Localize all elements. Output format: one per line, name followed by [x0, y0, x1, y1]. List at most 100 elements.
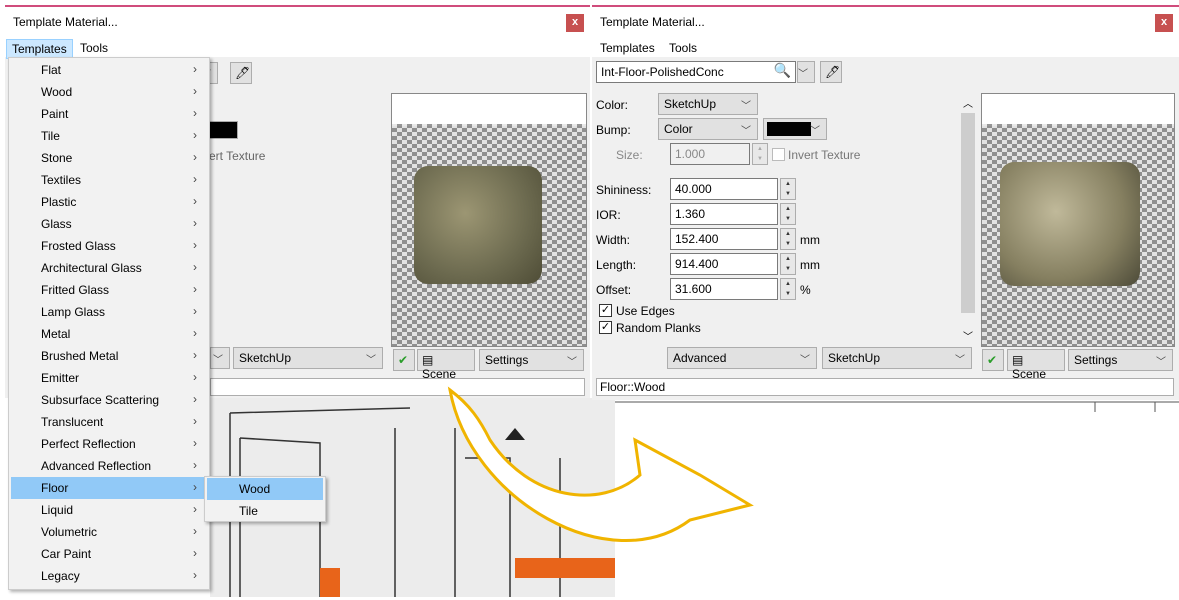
invert-texture-checkbox[interactable] — [772, 148, 785, 161]
curved-arrow-graphic — [447, 386, 754, 542]
menu-item-wood[interactable]: Wood › — [11, 81, 207, 103]
field-input[interactable]: 914.400 — [670, 253, 778, 275]
material-preview — [981, 93, 1175, 347]
use-edges-checkbox[interactable]: ✓ — [599, 304, 612, 317]
menu-item-frosted-glass[interactable]: Frosted Glass › — [11, 235, 207, 257]
size-spinner[interactable]: ▲ ▼ — [752, 143, 768, 165]
chevron-right-icon: › — [193, 414, 197, 428]
menu-item-paint[interactable]: Paint › — [11, 103, 207, 125]
chevron-right-icon: › — [193, 304, 197, 318]
chevron-right-icon: › — [193, 480, 197, 494]
menu-item-emitter[interactable]: Emitter › — [11, 367, 207, 389]
menu-item-perfect-reflection[interactable]: Perfect Reflection › — [11, 433, 207, 455]
invert-texture-label: vert Texture — [203, 149, 266, 163]
material-preview — [391, 93, 587, 347]
field-input[interactable]: 40.000 — [670, 178, 778, 200]
chevron-right-icon: › — [193, 348, 197, 362]
bump-dropdown[interactable]: Color ﹀ — [658, 118, 758, 140]
scene-button[interactable]: ▤ Scene — [1007, 349, 1065, 381]
field-label: Length: — [596, 258, 637, 272]
close-button[interactable]: x — [566, 14, 584, 32]
menu-item-subsurface-scattering[interactable]: Subsurface Scattering › — [11, 389, 207, 411]
submenu-item-wood[interactable]: Wood — [207, 478, 323, 500]
field-input[interactable]: 152.400 — [670, 228, 778, 250]
menu-item-architectural-glass[interactable]: Architectural Glass › — [11, 257, 207, 279]
chevron-right-icon: › — [193, 194, 197, 208]
renderer-dropdown[interactable]: SketchUp ﹀ — [822, 347, 972, 369]
chevron-right-icon: › — [193, 282, 197, 296]
bump-label: Bump: — [596, 123, 631, 137]
chevron-right-icon: › — [193, 150, 197, 164]
eyedropper-button[interactable]: 🖊 — [820, 61, 842, 83]
chevron-right-icon: › — [193, 106, 197, 120]
menu-templates[interactable]: Templates — [6, 39, 73, 59]
menu-item-textiles[interactable]: Textiles › — [11, 169, 207, 191]
menu-item-tile[interactable]: Tile › — [11, 125, 207, 147]
scrollbar[interactable]: ︿ ﹀ — [960, 95, 976, 343]
field-input[interactable]: 1.360 — [670, 203, 778, 225]
field-label: IOR: — [596, 208, 621, 222]
menu-item-liquid[interactable]: Liquid › — [11, 499, 207, 521]
menu-item-volumetric[interactable]: Volumetric › — [11, 521, 207, 543]
apply-check-button[interactable]: ✔ — [393, 349, 415, 371]
size-input[interactable]: 1.000 — [670, 143, 750, 165]
material-dropdown[interactable]: ﹀ — [797, 61, 815, 83]
bump-color-dropdown[interactable]: ﹀ — [763, 118, 827, 140]
settings-dropdown[interactable]: Settings ﹀ — [1068, 349, 1173, 371]
field-label: Shininess: — [596, 183, 652, 197]
menu-item-legacy[interactable]: Legacy › — [11, 565, 207, 587]
chevron-right-icon: › — [193, 128, 197, 142]
menu-item-advanced-reflection[interactable]: Advanced Reflection › — [11, 455, 207, 477]
settings-dropdown[interactable]: Settings ﹀ — [479, 349, 584, 371]
size-label: Size: — [616, 148, 643, 162]
scrollbar-thumb[interactable] — [961, 113, 975, 313]
menu-item-glass[interactable]: Glass › — [11, 213, 207, 235]
chevron-right-icon: › — [193, 392, 197, 406]
field-spinner[interactable]: ▲ ▼ — [780, 203, 796, 225]
arrow-shape — [447, 386, 754, 542]
menu-item-brushed-metal[interactable]: Brushed Metal › — [11, 345, 207, 367]
menu-item-fritted-glass[interactable]: Fritted Glass › — [11, 279, 207, 301]
field-input[interactable]: 31.600 — [670, 278, 778, 300]
random-planks-checkbox[interactable]: ✓ — [599, 321, 612, 334]
field-spinner[interactable]: ▲ ▼ — [780, 228, 796, 250]
menu-item-flat[interactable]: Flat › — [11, 59, 207, 81]
menu-item-metal[interactable]: Metal › — [11, 323, 207, 345]
renderer-dropdown[interactable]: SketchUp ﹀ — [233, 347, 383, 369]
menu-templates[interactable]: Templates — [595, 39, 660, 57]
floor-submenu: Wood Tile — [204, 476, 326, 522]
menu-tools[interactable]: Tools — [664, 39, 702, 57]
mode-dropdown[interactable]: ﹀ — [210, 347, 230, 369]
chevron-right-icon: › — [193, 546, 197, 560]
chevron-right-icon: › — [193, 502, 197, 516]
field-label: Width: — [596, 233, 631, 247]
chevron-right-icon: › — [193, 62, 197, 76]
menu-item-lamp-glass[interactable]: Lamp Glass › — [11, 301, 207, 323]
menu-item-stone[interactable]: Stone › — [11, 147, 207, 169]
chevron-right-icon: › — [193, 436, 197, 450]
apply-check-button[interactable]: ✔ — [982, 349, 1004, 371]
menu-item-car-paint[interactable]: Car Paint › — [11, 543, 207, 565]
chevron-right-icon: › — [193, 370, 197, 384]
chevron-right-icon: › — [193, 216, 197, 230]
field-spinner[interactable]: ▲ ▼ — [780, 178, 796, 200]
dialog-title: Template Material... — [13, 15, 118, 29]
close-button[interactable]: x — [1155, 14, 1173, 32]
menu-item-plastic[interactable]: Plastic › — [11, 191, 207, 213]
search-icon[interactable]: 🔍 — [774, 62, 791, 79]
field-label: Offset: — [596, 283, 632, 297]
menu-item-translucent[interactable]: Translucent › — [11, 411, 207, 433]
right-dialog: Template Material... x Templates Tools In… — [592, 5, 1179, 400]
eyedropper-button[interactable]: 🖊 — [230, 62, 252, 84]
field-spinner[interactable]: ▲ ▼ — [780, 278, 796, 300]
chevron-right-icon: › — [193, 326, 197, 340]
chevron-right-icon: › — [193, 568, 197, 582]
color-dropdown[interactable]: SketchUp ﹀ — [658, 93, 758, 115]
menu-tools[interactable]: Tools — [75, 39, 113, 57]
submenu-item-tile[interactable]: Tile — [207, 500, 323, 522]
material-name-input[interactable]: Int-Floor-PolishedConc 🔍 — [596, 61, 796, 83]
menu-item-floor[interactable]: Floor › — [11, 477, 207, 499]
scene-button[interactable]: ▤ Scene — [417, 349, 475, 381]
field-spinner[interactable]: ▲ ▼ — [780, 253, 796, 275]
mode-dropdown[interactable]: Advanced ﹀ — [667, 347, 817, 369]
